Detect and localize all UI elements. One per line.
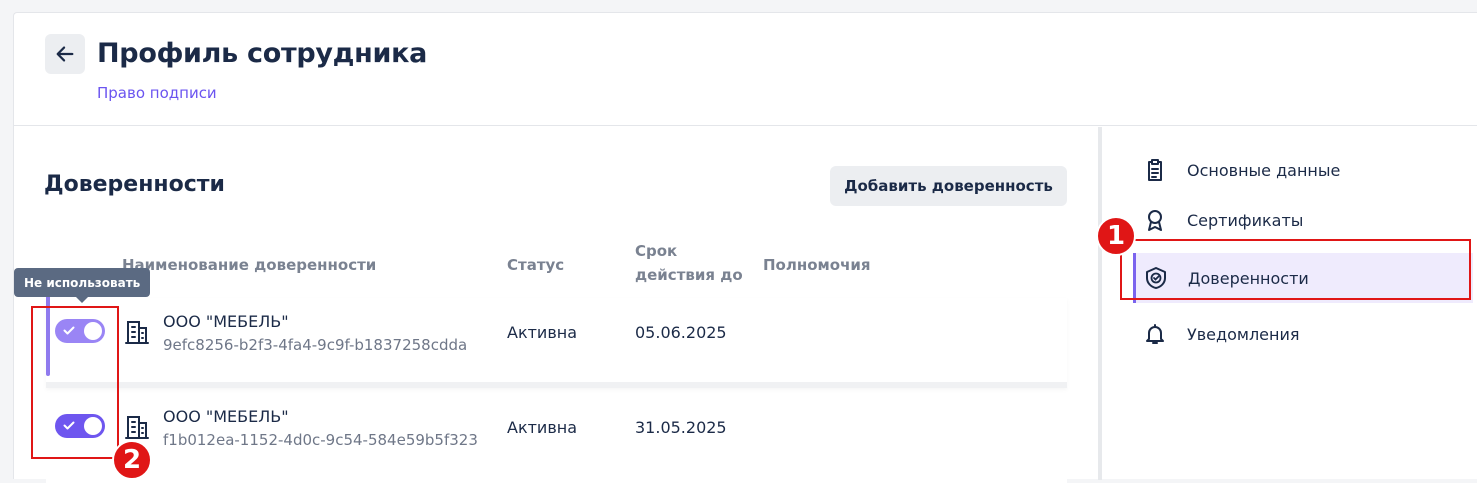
valid-until-value: 05.06.2025 — [635, 323, 727, 342]
column-header-status: Статус — [507, 256, 565, 274]
status-value: Активна — [507, 418, 578, 437]
sidebar-item-label: Основные данные — [1187, 160, 1341, 180]
column-header-valid-until: Срок действия до — [635, 242, 743, 284]
arrow-left-icon — [56, 46, 74, 62]
add-poa-button[interactable]: Добавить доверенность — [830, 166, 1067, 206]
annotation-box-poa — [1120, 239, 1471, 300]
org-name: ООО "МЕБЕЛЬ" — [163, 407, 289, 426]
sidebar-item-main-data[interactable]: Основные данные — [1132, 145, 1472, 195]
column-header-permissions: Полномочия — [763, 256, 871, 274]
status-value: Активна — [507, 323, 578, 342]
award-icon — [1148, 210, 1162, 231]
poa-id: f1b012ea-1152-4d0c-9c54-584e59b5f323 — [163, 431, 478, 449]
sidebar-item-notifications[interactable]: Уведомления — [1132, 309, 1472, 359]
table-row: ООО "МЕБЕЛЬ" 9efc8256-b2f3-4fa4-9c9f-b18… — [46, 286, 1067, 388]
sidebar-item-label: Сертификаты — [1187, 210, 1304, 230]
building-icon — [125, 321, 149, 344]
profile-sidebar: Основные данные Сертификаты Доверенности… — [1102, 127, 1477, 480]
poa-section: Доверенности Добавить доверенность Наиме… — [14, 127, 1098, 483]
building-icon — [125, 416, 149, 439]
valid-until-value: 31.05.2025 — [635, 418, 727, 437]
bell-icon — [1146, 324, 1164, 344]
page-frame: Профиль сотрудника Право подписи Доверен… — [13, 12, 1477, 483]
page-title: Профиль сотрудника — [97, 38, 428, 69]
column-header-name: Наименование доверенности — [122, 256, 377, 274]
annotation-badge-1: 1 — [1096, 216, 1136, 256]
sidebar-item-certificates[interactable]: Сертификаты — [1132, 195, 1472, 245]
breadcrumb-link[interactable]: Право подписи — [97, 84, 217, 102]
page-header: Профиль сотрудника Право подписи — [14, 13, 1477, 126]
table-row: ООО "МЕБЕЛЬ" f1b012ea-1152-4d0c-9c54-584… — [46, 393, 1067, 483]
annotation-badge-2: 2 — [112, 440, 152, 480]
sidebar-item-label: Уведомления — [1187, 324, 1300, 344]
back-button[interactable] — [45, 34, 85, 74]
toggle-tooltip: Не использовать — [14, 268, 151, 303]
poa-id: 9efc8256-b2f3-4fa4-9c9f-b1837258cdda — [163, 336, 468, 354]
clipboard-icon — [1148, 159, 1162, 181]
section-title: Доверенности — [44, 172, 225, 197]
org-name: ООО "МЕБЕЛЬ" — [163, 312, 289, 331]
annotation-box-toggles — [31, 306, 119, 459]
